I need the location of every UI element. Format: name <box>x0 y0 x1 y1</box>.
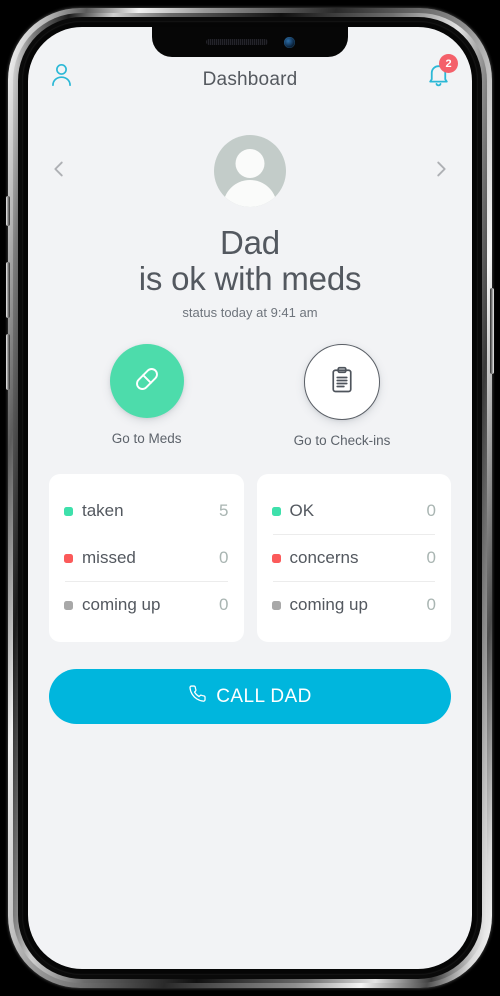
person-name: Dad <box>220 224 280 261</box>
next-person-button[interactable] <box>424 154 458 188</box>
status-dot-green <box>64 506 73 516</box>
avatar[interactable] <box>214 135 286 207</box>
go-to-checkins-label: Go to Check-ins <box>293 433 391 449</box>
status-text: is ok with meds <box>138 259 362 297</box>
avatar-body-icon <box>223 180 277 207</box>
row-value: 5 <box>219 501 229 521</box>
row-label: concerns <box>289 548 359 568</box>
chevron-right-icon <box>430 156 452 187</box>
meds-circle <box>109 344 184 419</box>
front-camera-icon <box>283 36 295 48</box>
avatar-head-icon <box>235 149 265 178</box>
profile-carousel <box>28 135 472 207</box>
phone-icon <box>188 684 207 709</box>
checkins-summary-card: OK 0 concerns 0 coming up 0 <box>256 474 451 643</box>
notification-badge: 2 <box>439 54 458 73</box>
call-dad-label: CALL DAD <box>216 685 312 707</box>
call-dad-button[interactable]: CALL DAD <box>49 669 451 725</box>
row-label: coming up <box>82 595 161 615</box>
volume-up-button[interactable] <box>6 262 10 318</box>
row-value: 0 <box>219 548 229 568</box>
profile-button[interactable] <box>48 61 96 93</box>
pill-icon <box>130 362 164 401</box>
checkins-circle <box>303 344 380 421</box>
row-label: OK <box>289 501 315 521</box>
table-row: concerns 0 <box>271 535 436 581</box>
table-row: OK 0 <box>271 488 436 534</box>
status-timestamp: status today at 9:41 am <box>182 305 318 321</box>
row-value: 0 <box>426 548 436 568</box>
row-value: 0 <box>426 595 436 615</box>
notch <box>152 27 348 57</box>
volume-down-button[interactable] <box>6 334 10 390</box>
go-to-checkins-button[interactable]: Go to Check-ins <box>293 344 391 449</box>
status-dot-gray <box>64 600 73 610</box>
quick-actions: Go to Meds Go to Check-ins <box>28 344 472 448</box>
notifications-button[interactable]: 2 <box>404 54 458 93</box>
clipboard-icon <box>327 365 357 400</box>
table-row: coming up 0 <box>271 582 436 628</box>
previous-person-button[interactable] <box>42 154 76 188</box>
table-row: coming up 0 <box>64 582 229 628</box>
go-to-meds-label: Go to Meds <box>111 431 182 447</box>
phone-screen: Dashboard 2 Dad is ok with meds status t… <box>28 27 472 969</box>
power-button[interactable] <box>490 288 494 374</box>
go-to-meds-button[interactable]: Go to Meds <box>109 344 184 448</box>
table-row: taken 5 <box>64 488 229 534</box>
summary-cards: taken 5 missed 0 coming up 0 OK 0 concer… <box>49 474 451 643</box>
row-label: taken <box>82 501 124 521</box>
page-title: Dashboard <box>202 69 298 90</box>
mute-switch[interactable] <box>6 196 10 226</box>
row-label: missed <box>82 548 136 568</box>
table-row: missed 0 <box>64 535 229 581</box>
status-dot-red <box>271 553 281 563</box>
row-label: coming up <box>289 595 368 615</box>
call-action-area: CALL DAD <box>49 669 451 725</box>
status-dot-gray <box>271 600 281 610</box>
meds-summary-card: taken 5 missed 0 coming up 0 <box>49 474 244 643</box>
chevron-left-icon <box>48 156 70 187</box>
phone-mockup: Dashboard 2 Dad is ok with meds status t… <box>0 0 500 996</box>
person-icon <box>48 61 75 93</box>
row-value: 0 <box>219 595 229 615</box>
row-value: 0 <box>426 501 436 521</box>
status-dot-green <box>271 506 281 516</box>
status-headline: Dad is ok with meds <box>28 225 472 296</box>
earpiece-speaker-icon <box>205 39 268 45</box>
status-dot-red <box>64 553 73 563</box>
